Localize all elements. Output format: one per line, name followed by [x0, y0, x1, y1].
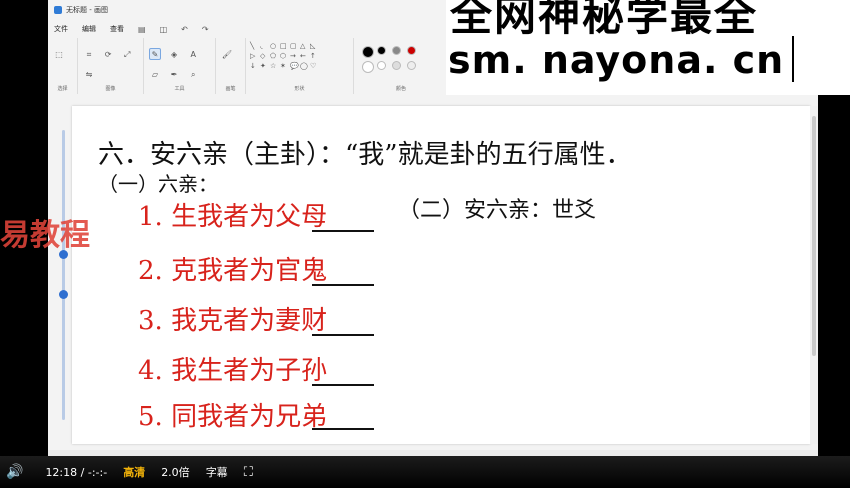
- ribbon-group-tools: ✎ ◈ A ▱ ✒ ⌕ 工具: [144, 38, 216, 94]
- pencil-icon[interactable]: ✎: [149, 48, 161, 60]
- watermark-url: sm. nayona. cn: [448, 38, 785, 82]
- color-swatch-white-2[interactable]: [377, 61, 386, 70]
- color-swatch-black[interactable]: [362, 46, 374, 58]
- list-item-2: 2. 克我者为官鬼: [138, 256, 328, 286]
- speed-button[interactable]: 2.0倍: [161, 464, 190, 480]
- list-item-1: 1. 生我者为父母: [138, 202, 328, 232]
- layers-icon[interactable]: ▤: [138, 25, 146, 34]
- ribbon-group-brush: 🖌 画笔: [216, 38, 246, 94]
- underline-1: [312, 230, 374, 232]
- color-swatch-light[interactable]: [392, 61, 401, 70]
- brush-icon[interactable]: 🖌: [221, 49, 233, 61]
- menu-view[interactable]: 查看: [110, 24, 124, 34]
- magnifier-icon[interactable]: ⌕: [187, 69, 199, 81]
- undo-icon[interactable]: ↶: [181, 25, 188, 34]
- image-icon[interactable]: ◫: [160, 25, 168, 34]
- left-watermark: 易教程: [0, 218, 90, 253]
- left-zoom-rail: [48, 100, 72, 456]
- drawing-canvas[interactable]: 六．安六亲（主卦）：“我”就是卦的五行属性． （一）六亲： （二）安六亲：世爻 …: [72, 106, 810, 444]
- underline-4: [312, 384, 374, 386]
- list-item-4: 4. 我生者为子孙: [138, 356, 328, 386]
- subheading-relatives: （一）六亲：: [98, 172, 218, 196]
- eraser-icon[interactable]: ▱: [149, 69, 161, 81]
- underline-5: [312, 428, 374, 430]
- redo-icon[interactable]: ↷: [202, 25, 209, 34]
- quality-button[interactable]: 高清: [123, 464, 145, 480]
- watermark-title: 全网神秘学最全: [450, 0, 759, 40]
- subtitle-button[interactable]: 字幕: [206, 464, 228, 480]
- window-title: 无标题 - 画图: [66, 6, 108, 14]
- list-item-3: 3. 我克者为妻财: [138, 306, 328, 336]
- resize-icon[interactable]: ⤢: [121, 49, 133, 61]
- select-icon[interactable]: ⬚: [53, 49, 65, 61]
- scrollbar-thumb[interactable]: [812, 116, 816, 356]
- color-swatch-red[interactable]: [407, 46, 416, 55]
- color-swatch-gray[interactable]: [392, 46, 401, 55]
- underline-3: [312, 334, 374, 336]
- shapes-gallery[interactable]: ╲ ◟ ○ □ ▢ △ ◺ ▷ ◇ ⬠ ⬡ → ← ↑ ↓ ✦ ☆ ✶ 💬 ◯ ♡: [250, 42, 349, 71]
- underline-2: [312, 284, 374, 286]
- crop-icon[interactable]: ⌗: [83, 49, 95, 61]
- menu-file[interactable]: 文件: [54, 24, 68, 34]
- zoom-track[interactable]: [62, 130, 65, 420]
- flip-icon[interactable]: ⇋: [83, 69, 95, 81]
- vertical-scrollbar[interactable]: [810, 106, 818, 444]
- rotate-icon[interactable]: ⟳: [102, 49, 114, 61]
- menu-edit[interactable]: 编辑: [82, 24, 96, 34]
- time-display: 12:18 / -:-:-: [45, 465, 108, 479]
- list-item-5: 5. 同我者为兄弟: [138, 402, 328, 432]
- color-picker-icon[interactable]: ✒: [168, 69, 180, 81]
- fill-icon[interactable]: ◈: [168, 49, 180, 61]
- video-player-controls: 🔊 12:18 / -:-:- 高清 2.0倍 字幕 ⛶: [0, 456, 850, 488]
- heading-text: 六．安六亲（主卦）：“我”就是卦的五行属性．: [98, 140, 632, 170]
- ribbon-group-image: ⌗ ⟳ ⤢ ⇋ 图像: [78, 38, 144, 94]
- ribbon-group-shapes: ╲ ◟ ○ □ ▢ △ ◺ ▷ ◇ ⬠ ⬡ → ← ↑ ↓ ✦ ☆ ✶ 💬 ◯ ♡ 形状: [246, 38, 354, 94]
- text-icon[interactable]: A: [187, 49, 199, 61]
- zoom-knob-lower[interactable]: [59, 290, 68, 299]
- subheading-placement: （二）安六亲：世爻: [398, 198, 597, 223]
- text-cursor: [792, 36, 794, 82]
- volume-icon[interactable]: 🔊: [6, 464, 23, 480]
- fullscreen-icon[interactable]: ⛶: [244, 465, 253, 480]
- color-swatch-lighter[interactable]: [407, 61, 416, 70]
- color-swatch-black-2[interactable]: [377, 46, 386, 55]
- paint-app-icon: [54, 6, 62, 14]
- ribbon-group-select: ⬚ 选择: [48, 38, 78, 94]
- color-swatch-white[interactable]: [362, 61, 374, 73]
- ribbon: ⬚ 选择 ⌗ ⟳ ⤢ ⇋ 图像 ✎ ◈ A ▱ ✒ ⌕ 工具 🖌 画笔 ╲ ◟ ○ □…: [48, 38, 448, 94]
- ribbon-group-colors: 颜色: [354, 38, 448, 94]
